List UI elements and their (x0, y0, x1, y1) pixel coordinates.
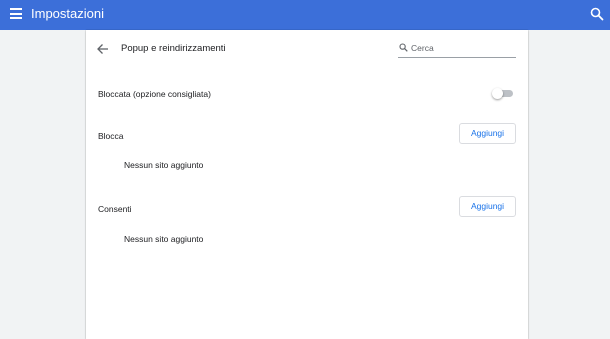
arrow-back-icon (97, 44, 108, 54)
settings-card: Popup e reindirizzamenti Bloccata (opzio… (86, 30, 528, 339)
page-title: Popup e reindirizzamenti (121, 43, 226, 54)
search-icon (399, 43, 408, 52)
app-title: Impostazioni (31, 6, 104, 21)
allow-empty-text: Nessun sito aggiunto (124, 234, 204, 244)
blocked-toggle[interactable] (492, 88, 514, 99)
block-section-title: Blocca (98, 131, 124, 141)
search-field[interactable] (398, 41, 516, 58)
search-input[interactable] (411, 41, 511, 55)
back-button[interactable] (96, 42, 110, 56)
toggle-knob (492, 88, 503, 99)
hamburger-menu-icon[interactable] (10, 8, 22, 19)
add-allow-site-button[interactable]: Aggiungi (459, 196, 516, 217)
search-icon[interactable] (590, 7, 604, 21)
allow-section-title: Consenti (98, 204, 132, 214)
add-block-site-button[interactable]: Aggiungi (459, 123, 516, 144)
blocked-toggle-label: Bloccata (opzione consigliata) (98, 89, 211, 99)
block-empty-text: Nessun sito aggiunto (124, 160, 204, 170)
app-header: Impostazioni (0, 0, 610, 30)
